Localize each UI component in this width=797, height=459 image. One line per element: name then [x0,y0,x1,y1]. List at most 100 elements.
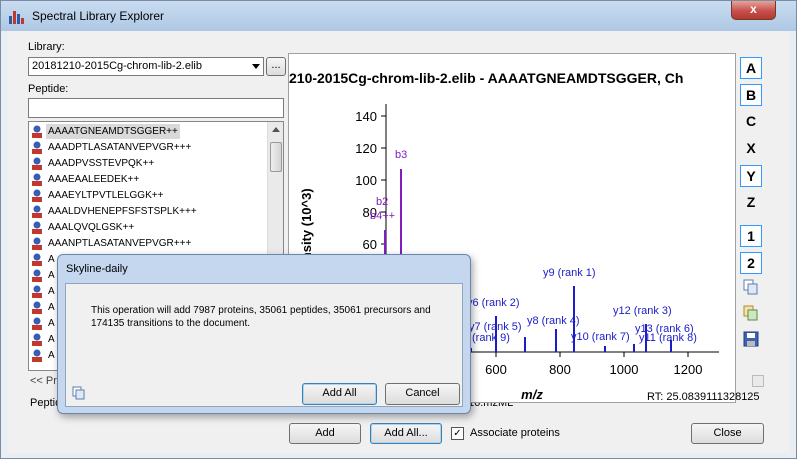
y-tick: 100 [355,173,386,188]
peptide-sequence: A [48,286,55,297]
window-title: Spectral Library Explorer [32,9,165,23]
associate-proteins-checkbox[interactable]: ✓ [451,427,464,440]
skyline-app-icon [9,11,24,24]
peak-label-y11: y11 (rank 8) [639,332,697,344]
spectral-library-explorer-window: Spectral Library Explorer x Library: 201… [0,0,797,459]
peak-label-b4: b4++ [370,210,395,222]
copy-icon[interactable] [72,386,86,400]
y-tick: 60 [363,237,386,252]
library-label: Library: [28,41,65,53]
browse-library-button[interactable]: ... [266,57,286,76]
scroll-up-icon[interactable] [272,127,280,132]
x-tick: 1200 [674,352,702,377]
peak-label-b3: b3 [395,149,407,161]
chevron-down-icon [252,64,260,69]
peptide-sequence: A [48,270,55,281]
peptide-icon [32,157,42,170]
y-tick: 140 [355,109,386,124]
peptide-icon [32,189,42,202]
peptide-icon [32,141,42,154]
peptide-label: Peptide: [28,83,69,95]
peptide-list-item[interactable]: AAALDVHENEPFSFSTSPLK+++ [29,204,267,219]
x-tick-label: 1000 [610,362,639,377]
peptide-sequence: AAAEYLTPVTLELGGK++ [48,190,164,201]
retention-time-label: RT: 25.0839111328125 [647,391,760,403]
y-tick-label: 140 [355,109,377,124]
peptide-icon [32,349,42,362]
peptide-icon [32,221,42,234]
dialog-add-all-button[interactable]: Add All [302,383,377,405]
peptide-icon [32,285,42,298]
ion-type-c-button[interactable]: C [740,111,762,133]
ion-type-b-button[interactable]: B [740,84,762,106]
y-tick-label: 100 [355,173,377,188]
charge-1-button[interactable]: 1 [740,225,762,247]
peptide-icon [32,269,42,282]
x-axis-label: m/z [521,387,543,402]
peptide-sequence: A [48,318,55,329]
peptide-sequence: AAALDVHENEPFSFSTSPLK+++ [48,206,197,217]
peptide-icon [32,301,42,314]
copy-icon[interactable] [743,279,759,295]
peptide-icon [32,205,42,218]
peptide-sequence: AAANPTLASATANVEPVGR+++ [48,238,192,249]
peptide-sequence: AAALQVQLGSK++ [48,222,135,233]
peptide-icon [32,317,42,330]
scroll-right-icon[interactable] [752,375,764,387]
ion-type-y-button[interactable]: Y [740,165,762,187]
ion-type-a-button[interactable]: A [740,57,762,79]
copy-metafile-icon[interactable] [743,305,759,321]
charge-2-button[interactable]: 2 [740,252,762,274]
peptide-sequence: AAAATGNEAMDTSGGER++ [46,124,180,139]
peptide-sequence: AAADPVSSTEVPQK++ [48,158,155,169]
dialog-cancel-button[interactable]: Cancel [385,383,460,405]
peptide-icon [32,237,42,250]
add-all-button[interactable]: Add All... [370,423,442,444]
y-tick-label: 60 [363,237,377,252]
peptide-list-item[interactable]: AAAATGNEAMDTSGGER++ [29,124,267,139]
y-tick: 120 [355,141,386,156]
scroll-thumb[interactable] [270,142,282,172]
peptide-sequence: AAAEAALEEDEK++ [48,174,140,185]
dialog-body: This operation will add 7987 proteins, 3… [65,283,463,407]
title-bar[interactable]: Spectral Library Explorer x [1,1,796,31]
dialog-title: Skyline-daily [66,263,128,275]
window-close-button[interactable]: x [731,1,776,20]
library-selected: 20181210-2015Cg-chrom-lib-2.elib [32,60,202,72]
peptide-sequence: A [48,350,55,361]
library-combo[interactable]: 20181210-2015Cg-chrom-lib-2.elib [28,57,264,76]
peptide-sequence: A [48,334,55,345]
close-button[interactable]: Close [691,423,764,444]
x-tick: 1000 [610,352,639,377]
peptide-list-item[interactable]: AAAEAALEEDEK++ [29,172,267,187]
peptide-icon [32,173,42,186]
add-button[interactable]: Add [289,423,361,444]
ion-type-x-button[interactable]: X [740,138,762,160]
peptide-icon [32,125,42,138]
peptide-icon [32,333,42,346]
peptide-sequence: A [48,302,55,313]
x-tick-label: 600 [485,362,507,377]
peak-label-y10: y10 (rank 7) [571,331,630,343]
peak-label-b2: b2 [376,196,388,208]
peptide-filter-input[interactable] [28,98,284,118]
peptide-sequence: A [48,254,55,265]
peptide-sequence: AAADPTLASATANVEPVGR+++ [48,142,192,153]
x-tick-label: 800 [549,362,571,377]
peak-label-y5: (rank 9) [472,332,510,344]
peptide-list-item[interactable]: AAANPTLASATANVEPVGR+++ [29,236,267,251]
peak-label-y12: y12 (rank 3) [613,305,672,317]
peak-label-y9: y9 (rank 1) [543,267,596,279]
peak-label-y6: y6 (rank 2) [467,297,520,309]
y-tick-label: 120 [355,141,377,156]
save-icon[interactable] [743,331,759,347]
dialog-message: This operation will add 7987 proteins, 3… [91,305,431,329]
confirmation-dialog: Skyline-daily This operation will add 79… [57,254,471,414]
ion-type-z-button[interactable]: Z [740,192,762,214]
peptide-list-item[interactable]: AAALQVQLGSK++ [29,220,267,235]
x-tick: 800 [549,352,571,377]
peptide-list-item[interactable]: AAADPTLASATANVEPVGR+++ [29,140,267,155]
ion-type-toolbar: ABCXYZ 1 2 [738,55,764,405]
peptide-list-item[interactable]: AAAEYLTPVTLELGGK++ [29,188,267,203]
peptide-list-item[interactable]: AAADPVSSTEVPQK++ [29,156,267,171]
